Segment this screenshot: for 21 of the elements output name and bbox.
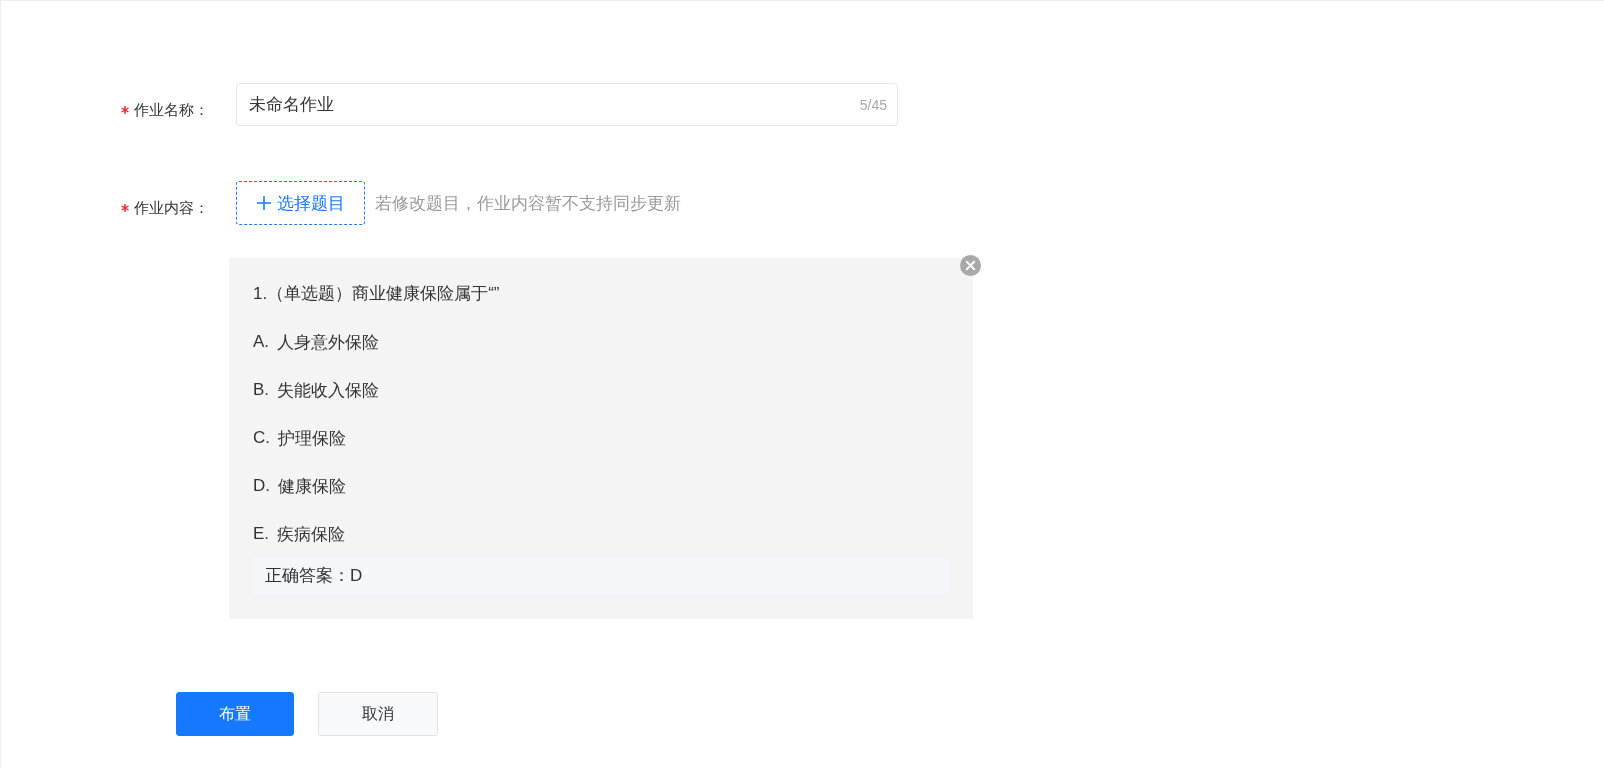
option-text: 护理保险 — [278, 427, 346, 450]
plus-icon — [256, 196, 271, 210]
option-letter: D. — [253, 476, 270, 496]
option-text: 失能收入保险 — [277, 379, 380, 402]
field-label: 作业名称： — [134, 100, 209, 120]
option-text: 健康保险 — [278, 475, 346, 498]
option-letter: E. — [253, 524, 270, 544]
select-questions-button[interactable]: 选择题目 — [236, 181, 365, 225]
question-stem: 1.（单选题）商业健康保险属于“” — [253, 283, 501, 305]
option-text: 人身意外保险 — [277, 331, 380, 354]
correct-answer: 正确答案：D — [253, 558, 949, 594]
field-label: 作业内容： — [134, 198, 209, 218]
cancel-button[interactable]: 取消 — [318, 692, 438, 736]
assign-button[interactable]: 布置 — [176, 692, 294, 736]
option-letter: C. — [253, 428, 270, 448]
option-text: 疾病保险 — [277, 523, 346, 546]
close-icon[interactable] — [960, 255, 981, 276]
hint-text: 若修改题目，作业内容暂不支持同步更新 — [375, 192, 681, 215]
option-letter: A. — [253, 332, 270, 352]
option-letter: B. — [253, 380, 270, 400]
character-counter: 5/45 — [859, 95, 887, 114]
